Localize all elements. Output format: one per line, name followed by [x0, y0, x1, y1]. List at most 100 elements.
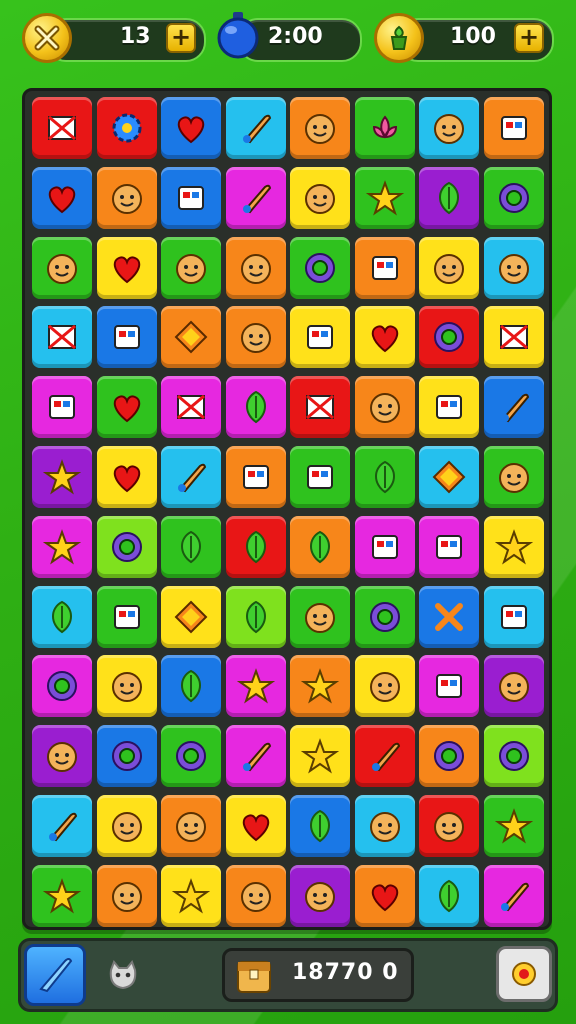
tile-11-6[interactable]	[419, 864, 479, 927]
pencil-booster-button[interactable]	[24, 944, 86, 1006]
tile-11-2[interactable]	[161, 864, 221, 927]
tile-3-4[interactable]	[290, 306, 350, 369]
tile-1-5[interactable]	[354, 166, 415, 229]
tile-9-5[interactable]	[354, 725, 415, 788]
close-button[interactable]	[22, 13, 72, 63]
tile-4-5[interactable]	[354, 376, 415, 439]
tile-1-1[interactable]	[96, 166, 157, 229]
tile-4-7[interactable]	[483, 376, 544, 439]
tile-7-2[interactable]	[161, 585, 221, 648]
tile-0-0[interactable]	[32, 97, 92, 159]
tile-5-0[interactable]	[32, 446, 92, 508]
tile-8-3[interactable]	[225, 655, 286, 718]
tile-2-1[interactable]	[96, 236, 157, 299]
tile-7-6[interactable]	[419, 585, 479, 648]
tile-11-1[interactable]	[96, 864, 157, 927]
tile-5-1[interactable]	[96, 446, 157, 508]
tile-3-0[interactable]	[32, 306, 92, 369]
tile-1-6[interactable]	[419, 166, 479, 229]
tile-1-2[interactable]	[161, 166, 221, 229]
tile-7-0[interactable]	[32, 585, 92, 648]
tile-9-2[interactable]	[161, 725, 221, 788]
tile-2-4[interactable]	[290, 236, 350, 299]
tile-0-2[interactable]	[161, 97, 221, 159]
tile-9-4[interactable]	[290, 725, 350, 788]
tile-11-4[interactable]	[290, 864, 350, 927]
tile-2-0[interactable]	[32, 236, 92, 299]
tile-0-4[interactable]	[290, 97, 350, 159]
tile-2-3[interactable]	[225, 236, 286, 299]
tile-10-4[interactable]	[290, 795, 350, 857]
tile-6-5[interactable]	[354, 515, 415, 578]
tile-1-4[interactable]	[290, 166, 350, 229]
tile-8-2[interactable]	[161, 655, 221, 718]
tile-4-6[interactable]	[419, 376, 479, 439]
tile-9-7[interactable]	[483, 725, 544, 788]
tile-7-1[interactable]	[96, 585, 157, 648]
tile-9-3[interactable]	[225, 725, 286, 788]
tile-8-5[interactable]	[354, 655, 415, 718]
tile-5-7[interactable]	[483, 446, 544, 508]
tile-10-3[interactable]	[225, 795, 286, 857]
tile-3-1[interactable]	[96, 306, 157, 369]
tile-7-7[interactable]	[483, 585, 544, 648]
tile-1-0[interactable]	[32, 166, 92, 229]
tile-10-1[interactable]	[96, 795, 157, 857]
tile-3-2[interactable]	[161, 306, 221, 369]
tile-10-6[interactable]	[419, 795, 479, 857]
tile-2-7[interactable]	[483, 236, 544, 299]
tile-3-6[interactable]	[419, 306, 479, 369]
tile-0-6[interactable]	[419, 97, 479, 159]
tile-8-7[interactable]	[483, 655, 544, 718]
tile-3-5[interactable]	[354, 306, 415, 369]
tile-11-7[interactable]	[483, 864, 544, 927]
tile-2-6[interactable]	[419, 236, 479, 299]
tile-0-5[interactable]	[354, 97, 415, 159]
record-button[interactable]	[496, 946, 552, 1002]
tile-11-3[interactable]	[225, 864, 286, 927]
tile-4-4[interactable]	[290, 376, 350, 439]
tile-8-1[interactable]	[96, 655, 157, 718]
tile-0-1[interactable]	[96, 97, 157, 159]
tile-4-2[interactable]	[161, 376, 221, 439]
tile-4-0[interactable]	[32, 376, 92, 439]
tile-4-1[interactable]	[96, 376, 157, 439]
tile-5-4[interactable]	[290, 446, 350, 508]
tile-2-5[interactable]	[354, 236, 415, 299]
tile-1-7[interactable]	[483, 166, 544, 229]
tile-7-4[interactable]	[290, 585, 350, 648]
tile-11-0[interactable]	[32, 864, 92, 927]
tile-6-6[interactable]	[419, 515, 479, 578]
tile-8-0[interactable]	[32, 655, 92, 718]
tile-3-3[interactable]	[225, 306, 286, 369]
tile-10-7[interactable]	[483, 795, 544, 857]
tile-5-6[interactable]	[419, 446, 479, 508]
tile-0-3[interactable]	[225, 97, 286, 159]
tile-9-0[interactable]	[32, 725, 92, 788]
tile-6-4[interactable]	[290, 515, 350, 578]
tile-7-3[interactable]	[225, 585, 286, 648]
tile-7-5[interactable]	[354, 585, 415, 648]
tile-8-4[interactable]	[290, 655, 350, 718]
tile-2-2[interactable]	[161, 236, 221, 299]
tile-0-7[interactable]	[483, 97, 544, 159]
tile-10-0[interactable]	[32, 795, 92, 857]
tile-10-5[interactable]	[354, 795, 415, 857]
tile-5-5[interactable]	[354, 446, 415, 508]
tile-8-6[interactable]	[419, 655, 479, 718]
tile-1-3[interactable]	[225, 166, 286, 229]
tile-9-6[interactable]	[419, 725, 479, 788]
tile-11-5[interactable]	[354, 864, 415, 927]
tile-5-2[interactable]	[161, 446, 221, 508]
tile-3-7[interactable]	[483, 306, 544, 369]
tile-9-1[interactable]	[96, 725, 157, 788]
tile-6-1[interactable]	[96, 515, 157, 578]
tile-6-7[interactable]	[483, 515, 544, 578]
tile-10-2[interactable]	[161, 795, 221, 857]
tile-4-3[interactable]	[225, 376, 286, 439]
tile-6-0[interactable]	[32, 515, 92, 578]
tile-6-3[interactable]	[225, 515, 286, 578]
tile-6-2[interactable]	[161, 515, 221, 578]
tile-5-3[interactable]	[225, 446, 286, 508]
add-coins-button[interactable]: +	[514, 23, 544, 53]
